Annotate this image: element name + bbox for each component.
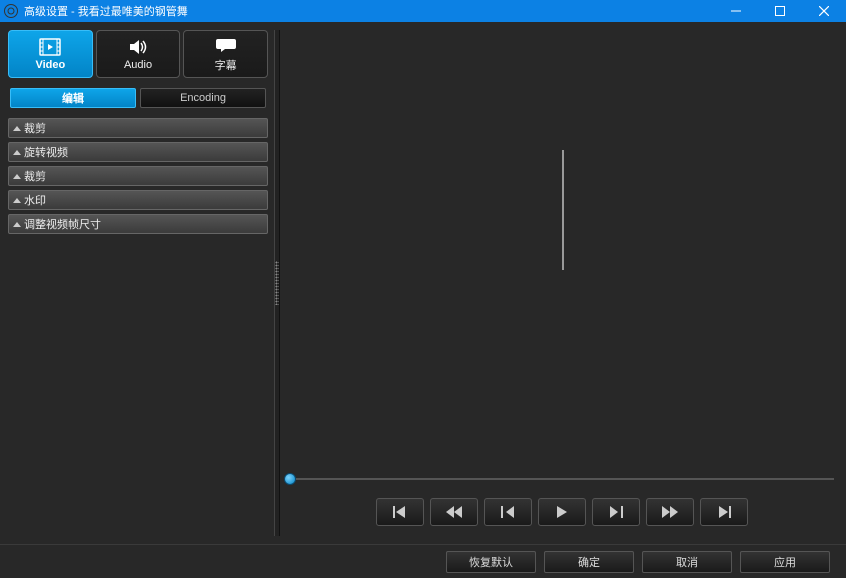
fast-forward-button[interactable] (646, 498, 694, 526)
tab-video-label: Video (35, 59, 65, 71)
preview-placeholder (562, 150, 564, 270)
audio-icon (127, 37, 149, 57)
subtab-edit[interactable]: 编辑 (10, 88, 136, 108)
accordion-crop2[interactable]: 裁剪 (8, 166, 268, 186)
right-panel (286, 30, 838, 536)
grip-icon (275, 261, 279, 305)
window-controls (714, 0, 846, 22)
titlebar: 高级设置 - 我看过最唯美的钢管舞 (0, 0, 846, 22)
accordion-crop[interactable]: 裁剪 (8, 118, 268, 138)
timeline-track[interactable] (290, 478, 834, 480)
app-icon (4, 4, 18, 18)
accordion-label: 水印 (24, 192, 46, 208)
subtab-encoding[interactable]: Encoding (140, 88, 266, 108)
panel-splitter[interactable] (274, 30, 280, 536)
timeline[interactable] (286, 466, 838, 492)
category-tabs: Video Audio (8, 30, 268, 78)
prev-frame-button[interactable] (484, 498, 532, 526)
sub-tabs: 编辑 Encoding (8, 88, 268, 108)
rewind-button[interactable] (430, 498, 478, 526)
accordion-rotate[interactable]: 旋转视频 (8, 142, 268, 162)
minimize-button[interactable] (714, 0, 758, 22)
accordion-label: 裁剪 (24, 168, 46, 184)
cancel-button[interactable]: 取消 (642, 551, 732, 573)
left-panel: Video Audio (8, 30, 268, 536)
accordion-label: 旋转视频 (24, 144, 68, 160)
goto-start-button[interactable] (376, 498, 424, 526)
video-preview (286, 30, 838, 466)
maximize-button[interactable] (758, 0, 802, 22)
next-frame-button[interactable] (592, 498, 640, 526)
player-controls (286, 492, 838, 536)
accordion-label: 裁剪 (24, 120, 46, 136)
tab-audio[interactable]: Audio (96, 30, 181, 78)
accordion-label: 调整视频帧尺寸 (24, 216, 101, 232)
close-button[interactable] (802, 0, 846, 22)
tab-subtitle[interactable]: 字幕 (183, 30, 268, 78)
tab-video[interactable]: Video (8, 30, 93, 78)
tab-audio-label: Audio (124, 59, 152, 71)
ok-button[interactable]: 确定 (544, 551, 634, 573)
goto-end-button[interactable] (700, 498, 748, 526)
chevron-up-icon (13, 150, 21, 155)
timeline-thumb[interactable] (284, 473, 296, 485)
subtitle-icon (215, 35, 237, 55)
accordion: 裁剪 旋转视频 裁剪 水印 调整视频帧尺寸 (8, 118, 268, 234)
play-button[interactable] (538, 498, 586, 526)
tab-subtitle-label: 字幕 (215, 57, 237, 73)
video-icon (39, 37, 61, 57)
chevron-up-icon (13, 198, 21, 203)
accordion-resize[interactable]: 调整视频帧尺寸 (8, 214, 268, 234)
chevron-up-icon (13, 222, 21, 227)
bottom-bar: 恢复默认 确定 取消 应用 (0, 544, 846, 578)
accordion-watermark[interactable]: 水印 (8, 190, 268, 210)
chevron-up-icon (13, 174, 21, 179)
apply-button[interactable]: 应用 (740, 551, 830, 573)
restore-defaults-button[interactable]: 恢复默认 (446, 551, 536, 573)
window-title: 高级设置 - 我看过最唯美的钢管舞 (24, 3, 714, 19)
chevron-up-icon (13, 126, 21, 131)
